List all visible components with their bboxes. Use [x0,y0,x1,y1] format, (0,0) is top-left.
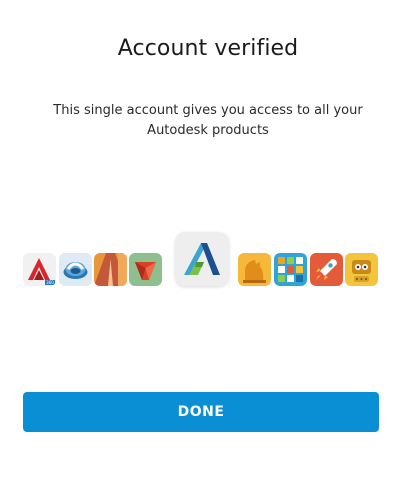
123d-catch-icon [274,253,307,286]
done-button[interactable]: DONE [23,392,379,432]
autocad-360-icon: 360 [23,253,56,286]
pixlr-rocket-icon [310,253,343,286]
autodesk-360-icon [59,253,92,286]
123d-make-icon [238,253,271,286]
verification-message-line-1: This single account gives you access to … [53,103,363,118]
account-verified-screen: Account verified This single account giv… [0,0,416,482]
fusion-icon [129,253,162,286]
autocad-360-badge: 360 [46,280,54,285]
verification-message-line-2: Autodesk products [147,123,269,138]
autodesk-logo-icon [175,232,229,286]
product-icons-row: 360 [23,232,383,292]
verification-message: This single account gives you access to … [30,101,386,141]
page-title: Account verified [117,36,299,61]
sketchbook-icon [94,253,127,286]
tinkerplay-robot-icon [345,253,378,286]
